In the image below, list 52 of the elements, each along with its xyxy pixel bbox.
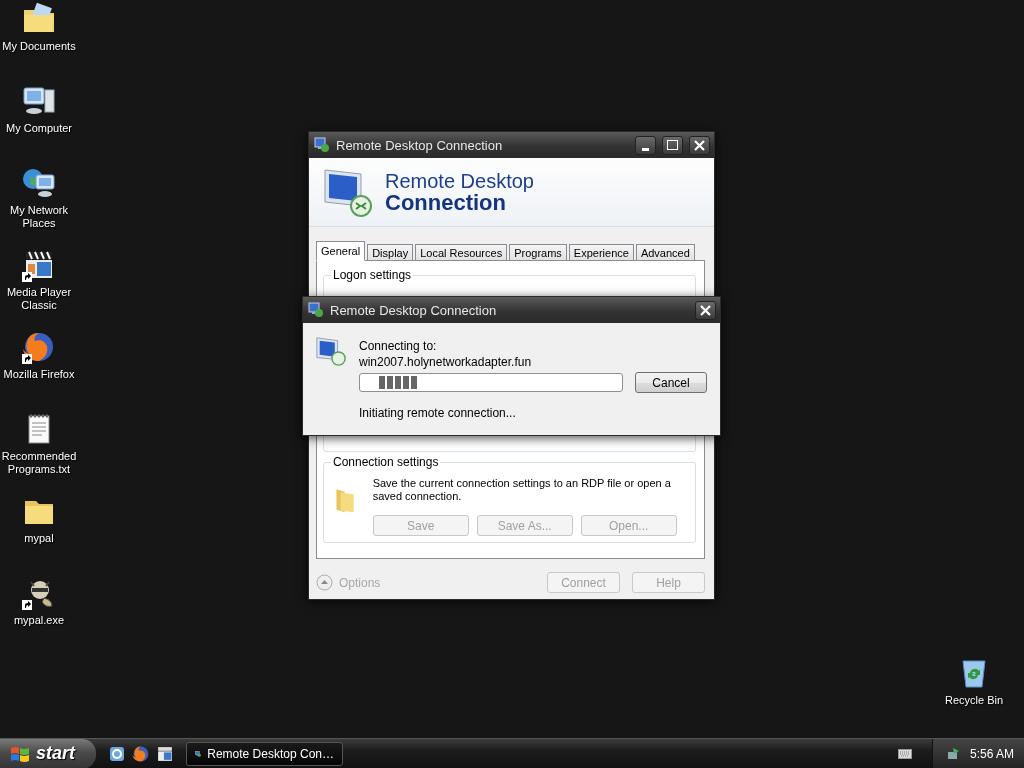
cancel-button[interactable]: Cancel xyxy=(635,372,707,393)
minimize-button[interactable] xyxy=(635,135,656,155)
group-title: Connection settings xyxy=(331,455,441,469)
close-icon xyxy=(700,304,711,316)
banner-title: Connection xyxy=(385,192,506,214)
network-icon[interactable] xyxy=(947,746,961,761)
connecting-label: Connecting to: xyxy=(359,338,438,354)
desktop-icon-label[interactable]: My Computer xyxy=(6,122,72,135)
group-title: Logon settings xyxy=(331,268,414,282)
shortcut-arrow-icon xyxy=(22,600,32,610)
app-icon xyxy=(314,137,330,153)
maximize-button[interactable] xyxy=(662,135,683,155)
tab[interactable]: Advanced xyxy=(635,244,695,261)
window-title: Remote Desktop Connection xyxy=(336,137,504,153)
host-name: win2007.holynetworkadapter.fun xyxy=(359,354,533,370)
collapse-icon xyxy=(316,574,333,591)
tab[interactable]: Experience xyxy=(568,244,634,261)
browser-icon[interactable] xyxy=(22,330,56,364)
desktop-icon-label[interactable]: My Network Places xyxy=(0,204,78,230)
close-button[interactable] xyxy=(689,135,710,155)
dialog-title: Remote Desktop Connection xyxy=(330,302,498,318)
tab[interactable]: Local Resources xyxy=(415,244,508,261)
maximize-icon xyxy=(667,140,678,150)
taskbar-button[interactable]: Remote Desktop Con… xyxy=(186,741,343,766)
status-text: Initiating remote connection... xyxy=(359,405,517,421)
browser-icon[interactable] xyxy=(108,744,126,763)
desktop-icon-label[interactable]: Media Player Classic xyxy=(0,286,78,312)
start-button[interactable]: start xyxy=(0,738,96,768)
shortcut-arrow-icon xyxy=(22,272,32,282)
monitor-icon xyxy=(315,335,347,367)
browser-icon[interactable] xyxy=(132,744,150,763)
banner-title: Remote Desktop xyxy=(385,170,534,192)
shortcut-arrow-icon xyxy=(22,354,32,364)
clock: 5:56 AM xyxy=(970,746,1015,761)
monitor-icon xyxy=(323,166,373,218)
minimize-icon xyxy=(642,147,649,151)
desktop-icon-label[interactable]: Recycle Bin xyxy=(944,694,1004,707)
desktop-icon-label[interactable]: mypal.exe xyxy=(13,614,65,627)
desktop-icon-label[interactable]: mypal xyxy=(24,532,54,545)
app-icon xyxy=(308,302,324,318)
desktop-icon-label[interactable]: Mozilla Firefox xyxy=(3,368,75,381)
network-icon[interactable] xyxy=(22,166,56,200)
connection-description: Save the current connection settings to an RDP file or open a saved connection. xyxy=(372,477,672,503)
tab[interactable]: General xyxy=(316,241,366,261)
desktop-icon-label[interactable]: My Documents xyxy=(2,40,76,53)
close-button[interactable] xyxy=(695,300,716,320)
tab[interactable]: Programs xyxy=(509,244,567,261)
keyboard-icon[interactable] xyxy=(898,748,912,759)
desktop-icon-label[interactable]: Recommended Programs.txt xyxy=(0,450,78,476)
windows-flag-icon xyxy=(10,744,30,763)
tab[interactable]: Display xyxy=(367,244,414,261)
close-icon xyxy=(694,139,705,151)
